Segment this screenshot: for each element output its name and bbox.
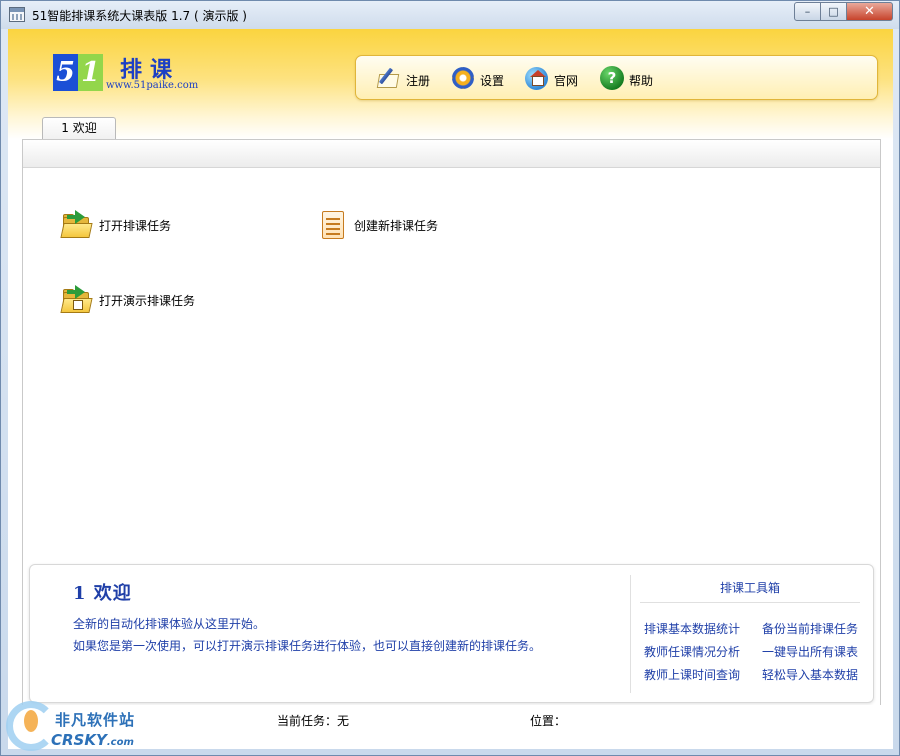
website-label: 官网 bbox=[554, 73, 579, 88]
logo-digit-5: 5 bbox=[53, 54, 78, 91]
logo-url: www.51paike.com bbox=[106, 80, 199, 91]
help-button[interactable]: ? 帮助 bbox=[599, 65, 653, 91]
watermark-en: CRSKY.com bbox=[51, 731, 134, 749]
toolbox-title: 排课工具箱 bbox=[640, 579, 860, 603]
status-current-task: 当前任务：无 bbox=[277, 714, 350, 728]
divider bbox=[630, 575, 631, 693]
app-icon bbox=[9, 7, 25, 22]
help-icon: ? bbox=[599, 65, 625, 91]
client-area: 5 1 排课 www.51paike.com 注册 设置 官网 ? 帮助 1 欢… bbox=[8, 29, 893, 749]
watermark-en-main: CRSKY bbox=[51, 731, 107, 749]
gear-icon bbox=[450, 65, 476, 91]
register-label: 注册 bbox=[406, 73, 431, 88]
welcome-line-2: 如果您是第一次使用，可以打开演示排课任务进行体验，也可以直接创建新的排课任务。 bbox=[73, 639, 542, 653]
tool-export-all-link[interactable]: 一键导出所有课表 bbox=[762, 643, 858, 660]
logo-digit-1: 1 bbox=[78, 54, 103, 91]
register-button[interactable]: 注册 bbox=[376, 65, 430, 91]
website-icon bbox=[524, 65, 550, 91]
open-demo-folder-icon bbox=[60, 285, 93, 315]
help-label: 帮助 bbox=[629, 73, 654, 88]
tab-welcome[interactable]: 1 欢迎 bbox=[42, 117, 116, 139]
open-folder-icon bbox=[60, 210, 93, 240]
tool-import-data-link[interactable]: 轻松导入基本数据 bbox=[762, 666, 858, 683]
app-window: 51智能排课系统大课表版 1.7 ( 演示版 ) – □ ✕ 5 1 排课 ww… bbox=[0, 0, 900, 756]
tool-data-statistics-link[interactable]: 排课基本数据统计 bbox=[644, 620, 740, 637]
new-document-icon bbox=[316, 210, 348, 240]
new-task-action[interactable]: 创建新排课任务 bbox=[316, 210, 438, 240]
window-controls: – □ ✕ bbox=[794, 2, 893, 21]
open-demo-action[interactable]: 打开演示排课任务 bbox=[60, 285, 196, 315]
welcome-title: 1 欢迎 bbox=[73, 583, 132, 604]
header-banner: 5 1 排课 www.51paike.com 注册 设置 官网 ? 帮助 1 欢… bbox=[8, 29, 893, 139]
maximize-button[interactable]: □ bbox=[821, 2, 847, 21]
watermark-cn: 非凡软件站 bbox=[55, 711, 136, 729]
window-title: 51智能排课系统大课表版 1.7 ( 演示版 ) bbox=[32, 9, 247, 23]
tool-teacher-analysis-link[interactable]: 教师任课情况分析 bbox=[644, 643, 740, 660]
settings-button[interactable]: 设置 bbox=[450, 65, 504, 91]
tool-teacher-time-link[interactable]: 教师上课时间查询 bbox=[644, 666, 740, 683]
panel-header bbox=[23, 140, 880, 168]
website-button[interactable]: 官网 bbox=[524, 65, 578, 91]
watermark-en-suffix: .com bbox=[106, 737, 134, 748]
watermark-logo: 非凡软件站 CRSKY.com bbox=[3, 697, 159, 755]
status-position: 位置： bbox=[530, 714, 567, 728]
open-task-label: 打开排课任务 bbox=[99, 218, 172, 233]
open-task-action[interactable]: 打开排课任务 bbox=[60, 210, 172, 240]
tool-backup-task-link[interactable]: 备份当前排课任务 bbox=[762, 620, 858, 637]
settings-label: 设置 bbox=[480, 73, 505, 88]
logo-mark: 5 1 bbox=[53, 54, 103, 91]
main-toolbar: 注册 设置 官网 ? 帮助 bbox=[355, 55, 878, 100]
new-task-label: 创建新排课任务 bbox=[354, 218, 439, 233]
title-bar[interactable]: 51智能排课系统大课表版 1.7 ( 演示版 ) – □ ✕ bbox=[1, 1, 899, 29]
info-box: 1 欢迎 全新的自动化排课体验从这里开始。 如果您是第一次使用，可以打开演示排课… bbox=[29, 564, 874, 703]
close-button[interactable]: ✕ bbox=[847, 2, 893, 21]
minimize-button[interactable]: – bbox=[794, 2, 821, 21]
open-demo-label: 打开演示排课任务 bbox=[99, 293, 196, 308]
welcome-line-1: 全新的自动化排课体验从这里开始。 bbox=[73, 617, 266, 631]
register-icon bbox=[376, 65, 402, 91]
watermark-dot bbox=[24, 710, 38, 732]
